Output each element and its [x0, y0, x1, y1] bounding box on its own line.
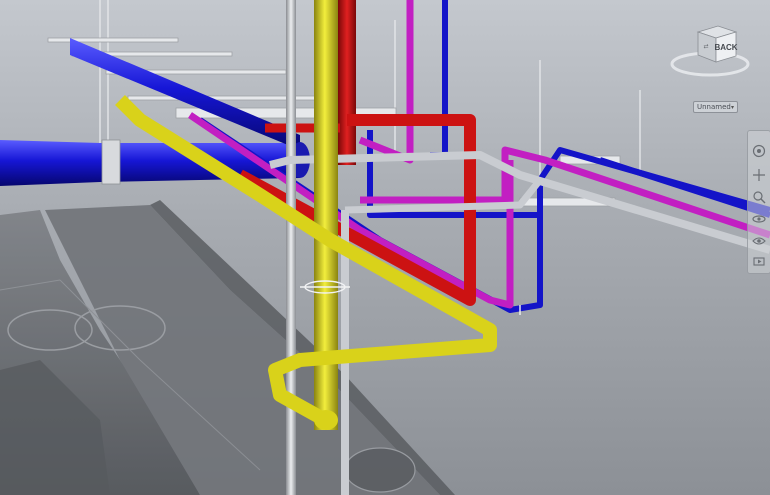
pan-icon[interactable] — [751, 167, 767, 183]
pipe-model-scene[interactable] — [0, 0, 770, 495]
navigation-bar — [747, 130, 770, 274]
named-view-selector[interactable]: Unnamed ▾ — [693, 101, 738, 113]
zoom-icon[interactable] — [751, 189, 767, 205]
showmotion-icon[interactable] — [751, 253, 767, 269]
orbit-icon[interactable] — [751, 211, 767, 227]
viewcube[interactable]: BACK ⇄ — [668, 22, 760, 84]
steering-wheel-icon[interactable] — [751, 143, 767, 159]
viewcube-left-face-mark: ⇄ — [703, 43, 708, 50]
3d-viewport[interactable]: BACK ⇄ Unnamed ▾ — [0, 0, 770, 495]
look-icon[interactable] — [751, 233, 767, 249]
chevron-down-icon: ▾ — [730, 103, 734, 111]
named-view-value: Unnamed — [697, 103, 731, 111]
viewcube-face-label: BACK — [714, 43, 737, 52]
